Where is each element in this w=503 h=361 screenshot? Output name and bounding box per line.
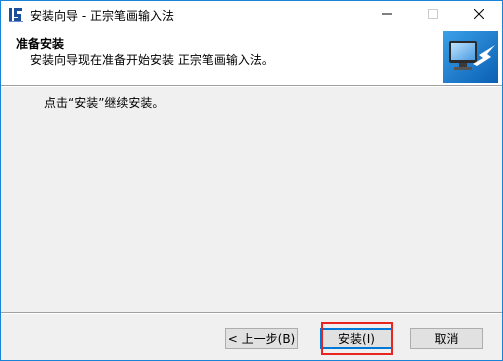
back-button[interactable]: < 上一步(B) [225, 328, 298, 349]
close-icon [473, 8, 485, 22]
install-instruction: 点击“安装”继续安装。 [44, 96, 165, 110]
installer-window: 安装向导 - 正宗笔画输入法 准备安装 安装向导现在准备开始安装 正宗笔画输入法… [0, 0, 503, 361]
page-subtitle: 安装向导现在准备开始安装 正宗笔画输入法。 [30, 53, 274, 67]
installer-icon [8, 6, 24, 23]
window-title: 安装向导 - 正宗笔画输入法 [30, 9, 174, 23]
minimize-icon [382, 8, 392, 22]
title-bar[interactable]: 安装向导 - 正宗笔画输入法 [1, 1, 502, 28]
footer-separator-highlight [1, 313, 502, 314]
page-title: 准备安装 [16, 37, 65, 51]
close-button[interactable] [456, 1, 502, 28]
maximize-button[interactable] [410, 1, 456, 28]
cancel-button[interactable]: 取消 [410, 328, 483, 349]
header-separator-highlight [1, 86, 502, 87]
minimize-button[interactable] [364, 1, 410, 28]
wizard-header: 准备安装 安装向导现在准备开始安装 正宗笔画输入法。 [1, 28, 502, 85]
computer-install-arrow-icon [443, 31, 498, 83]
install-button[interactable]: 安装(I) [320, 328, 393, 349]
maximize-icon [428, 8, 438, 22]
